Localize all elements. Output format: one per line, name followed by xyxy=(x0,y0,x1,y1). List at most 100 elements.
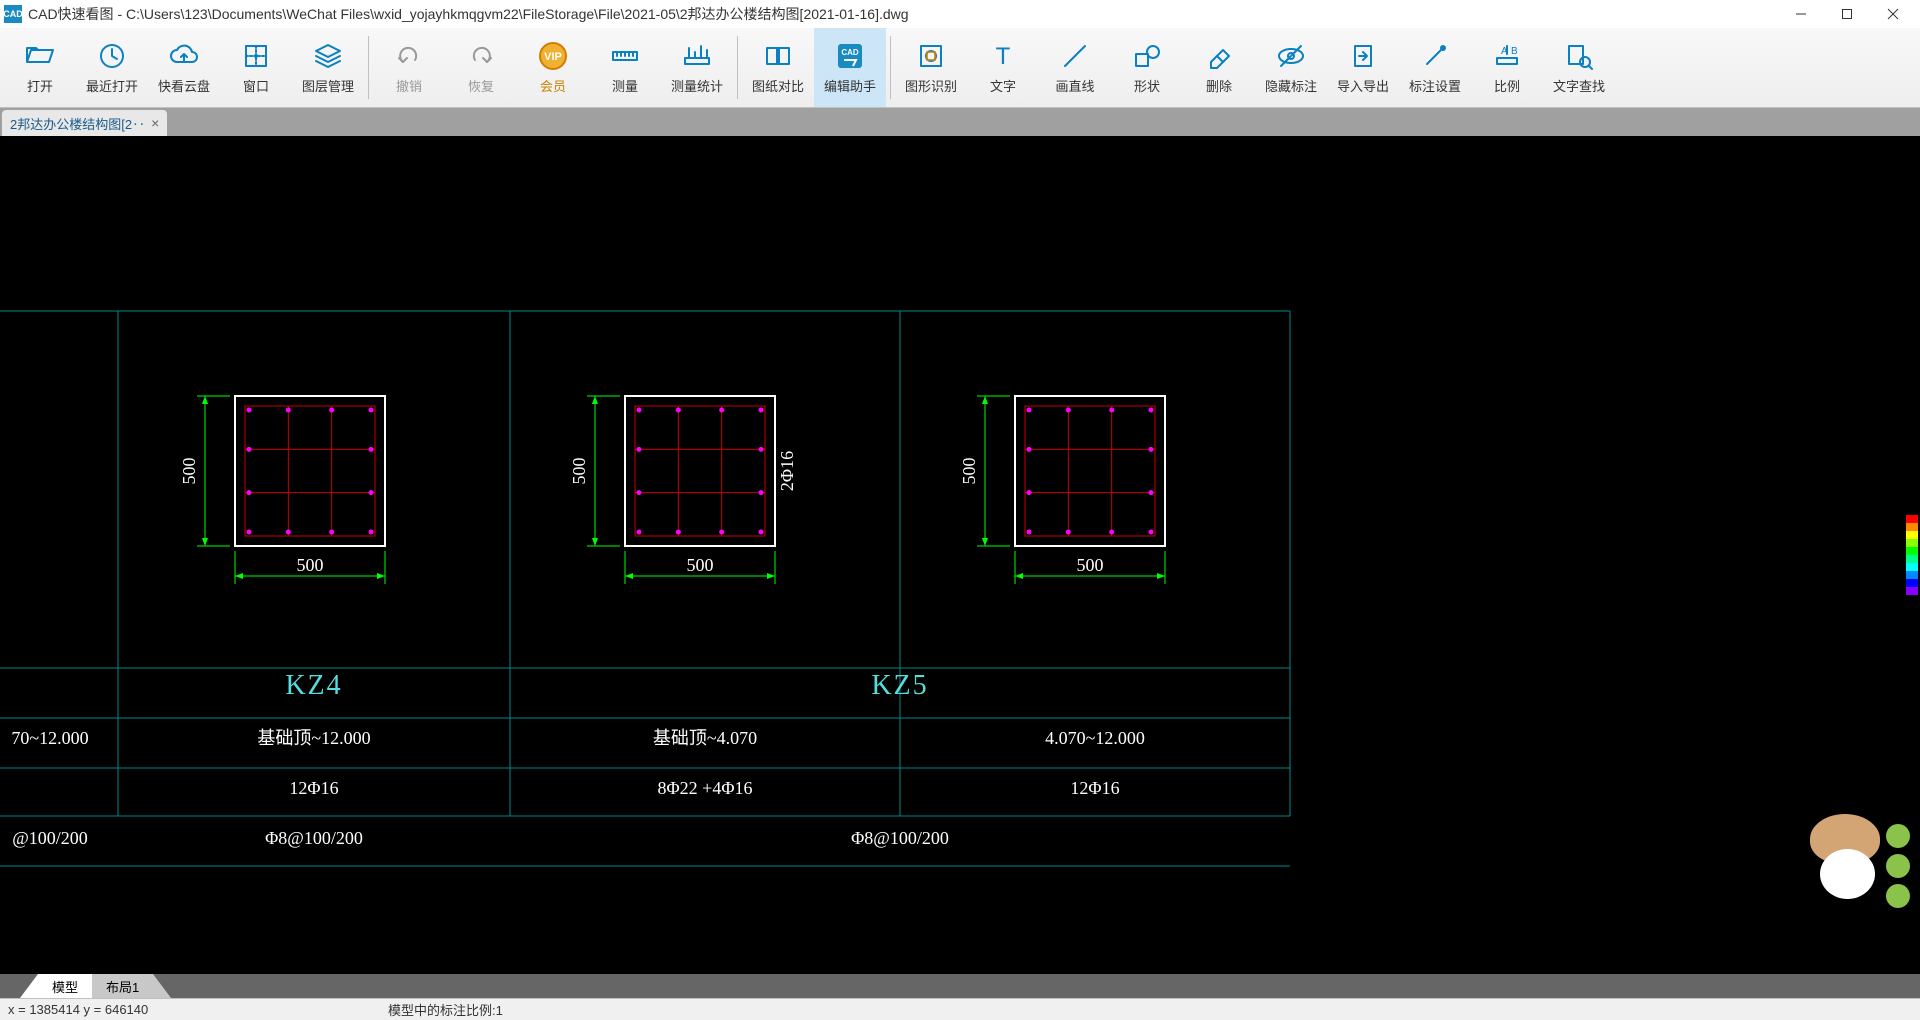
toolbar-label: 图纸对比 xyxy=(752,76,804,95)
anno-settings-icon xyxy=(1419,40,1451,72)
maximize-button[interactable] xyxy=(1824,0,1870,28)
redo-icon xyxy=(465,40,497,72)
vip-icon: VIP xyxy=(537,40,569,72)
title-bar: CAD CAD快速看图 - C:\Users\123\Documents\WeC… xyxy=(0,0,1920,28)
svg-text:500: 500 xyxy=(959,458,979,485)
file-tab-label: 2邦达办公楼结构图[2‥ xyxy=(10,114,145,133)
toolbar-label: 快看云盘 xyxy=(158,76,210,95)
toolbar-label: 测量统计 xyxy=(671,76,723,95)
svg-text:70~12.000: 70~12.000 xyxy=(11,728,88,748)
toolbar-layers-button[interactable]: 图层管理 xyxy=(292,28,364,107)
toolbar-edit-assist-button[interactable]: CAD 编辑助手 xyxy=(814,28,886,107)
toolbar-compare-button[interactable]: 图纸对比 xyxy=(742,28,814,107)
toolbar-find-text-button[interactable]: 文字查找 xyxy=(1543,28,1615,107)
import-export-icon xyxy=(1347,40,1379,72)
minimize-button[interactable] xyxy=(1778,0,1824,28)
shape-detect-icon xyxy=(915,40,947,72)
toolbar-label: 会员 xyxy=(540,76,566,95)
toolbar-clock-button[interactable]: 最近打开 xyxy=(76,28,148,107)
status-bar: x = 1385414 y = 646140 模型中的标注比例:1 xyxy=(0,998,1920,1020)
toolbar-label: 编辑助手 xyxy=(824,76,876,95)
toolbar-label: 测量 xyxy=(612,76,638,95)
shapes-icon xyxy=(1131,40,1163,72)
toolbar-label: 撤销 xyxy=(396,76,422,95)
drawing-canvas[interactable]: KZ4 KZ5 70~12.000 基础顶~12.000 基础顶~4.070 4… xyxy=(0,136,1920,974)
folder-open-icon xyxy=(24,40,56,72)
mascot-avatar[interactable] xyxy=(1800,814,1910,924)
toolbar-separator xyxy=(368,36,369,99)
toolbar-scale-button[interactable]: AB 比例 xyxy=(1471,28,1543,107)
svg-text:2Φ16: 2Φ16 xyxy=(777,451,797,491)
cad-drawing: KZ4 KZ5 70~12.000 基础顶~12.000 基础顶~4.070 4… xyxy=(0,136,1920,974)
toolbar-import-export-button[interactable]: 导入导出 xyxy=(1327,28,1399,107)
svg-text:B: B xyxy=(1511,46,1518,57)
toolbar-label: 文字查找 xyxy=(1553,76,1605,95)
color-palette[interactable] xyxy=(1906,515,1918,595)
toolbar-vip-button[interactable]: VIP 会员 xyxy=(517,28,589,107)
toolbar-label: 打开 xyxy=(27,76,53,95)
toolbar-label: 最近打开 xyxy=(86,76,138,95)
toolbar-line-button[interactable]: 画直线 xyxy=(1039,28,1111,107)
toolbar-undo-button[interactable]: 撤销 xyxy=(373,28,445,107)
model-tab[interactable]: 模型 xyxy=(38,974,92,998)
hide-anno-icon xyxy=(1275,40,1307,72)
window-icon xyxy=(240,40,272,72)
toolbar-label: 导入导出 xyxy=(1337,76,1389,95)
toolbar-label: 恢复 xyxy=(468,76,494,95)
toolbar-separator xyxy=(737,36,738,99)
svg-text:@100/200: @100/200 xyxy=(12,828,88,848)
toolbar-redo-button[interactable]: 恢复 xyxy=(445,28,517,107)
coordinates-display: x = 1385414 y = 646140 xyxy=(8,1002,388,1017)
undo-icon xyxy=(393,40,425,72)
svg-text:CAD: CAD xyxy=(841,48,859,57)
toolbar-label: 图层管理 xyxy=(302,76,354,95)
file-tab-bar: 2邦达办公楼结构图[2‥ × xyxy=(0,108,1920,136)
svg-text:KZ4: KZ4 xyxy=(285,670,342,701)
toolbar-folder-open-button[interactable]: 打开 xyxy=(4,28,76,107)
svg-text:基础顶~4.070: 基础顶~4.070 xyxy=(653,728,757,748)
toolbar-label: 窗口 xyxy=(243,76,269,95)
window-title: CAD快速看图 - C:\Users\123\Documents\WeChat … xyxy=(28,4,1778,24)
svg-text:VIP: VIP xyxy=(544,51,562,63)
svg-text:KZ5: KZ5 xyxy=(871,670,928,701)
line-icon xyxy=(1059,40,1091,72)
main-toolbar: 打开 最近打开 快看云盘 窗口 图层管理 撤销 恢复 VIP 会员 测量 测量统计 图纸对比 CAD 编辑… xyxy=(0,28,1920,108)
svg-text:500: 500 xyxy=(569,458,589,485)
toolbar-label: 图形识别 xyxy=(905,76,957,95)
text-icon: T xyxy=(987,40,1019,72)
toolbar-shape-detect-button[interactable]: 图形识别 xyxy=(895,28,967,107)
toolbar-ruler-button[interactable]: 测量 xyxy=(589,28,661,107)
toolbar-label: 比例 xyxy=(1494,76,1520,95)
svg-text:基础顶~12.000: 基础顶~12.000 xyxy=(257,728,370,748)
toolbar-eraser-button[interactable]: 删除 xyxy=(1183,28,1255,107)
toolbar-label: 文字 xyxy=(990,76,1016,95)
file-tab[interactable]: 2邦达办公楼结构图[2‥ × xyxy=(2,110,167,136)
layout-tabs: 模型 布局1 xyxy=(0,974,1920,998)
toolbar-anno-settings-button[interactable]: 标注设置 xyxy=(1399,28,1471,107)
edit-assist-icon: CAD xyxy=(834,40,866,72)
layers-icon xyxy=(312,40,344,72)
clock-icon xyxy=(96,40,128,72)
ruler-icon xyxy=(609,40,641,72)
compare-icon xyxy=(762,40,794,72)
layout1-tab[interactable]: 布局1 xyxy=(92,974,153,998)
toolbar-hide-anno-button[interactable]: 隐藏标注 xyxy=(1255,28,1327,107)
svg-text:500: 500 xyxy=(687,555,714,575)
scale-icon: AB xyxy=(1491,40,1523,72)
close-tab-icon[interactable]: × xyxy=(151,115,159,131)
svg-text:Φ8@100/200: Φ8@100/200 xyxy=(851,828,949,848)
toolbar-text-button[interactable]: T 文字 xyxy=(967,28,1039,107)
toolbar-ruler-stats-button[interactable]: 测量统计 xyxy=(661,28,733,107)
svg-text:12Φ16: 12Φ16 xyxy=(289,778,338,798)
toolbar-window-button[interactable]: 窗口 xyxy=(220,28,292,107)
toolbar-label: 隐藏标注 xyxy=(1265,76,1317,95)
cloud-icon xyxy=(168,40,200,72)
svg-text:12Φ16: 12Φ16 xyxy=(1070,778,1119,798)
toolbar-shapes-button[interactable]: 形状 xyxy=(1111,28,1183,107)
close-button[interactable] xyxy=(1870,0,1916,28)
toolbar-label: 画直线 xyxy=(1055,76,1094,95)
toolbar-cloud-button[interactable]: 快看云盘 xyxy=(148,28,220,107)
svg-text:500: 500 xyxy=(179,458,199,485)
app-icon: CAD xyxy=(4,5,22,23)
eraser-icon xyxy=(1203,40,1235,72)
